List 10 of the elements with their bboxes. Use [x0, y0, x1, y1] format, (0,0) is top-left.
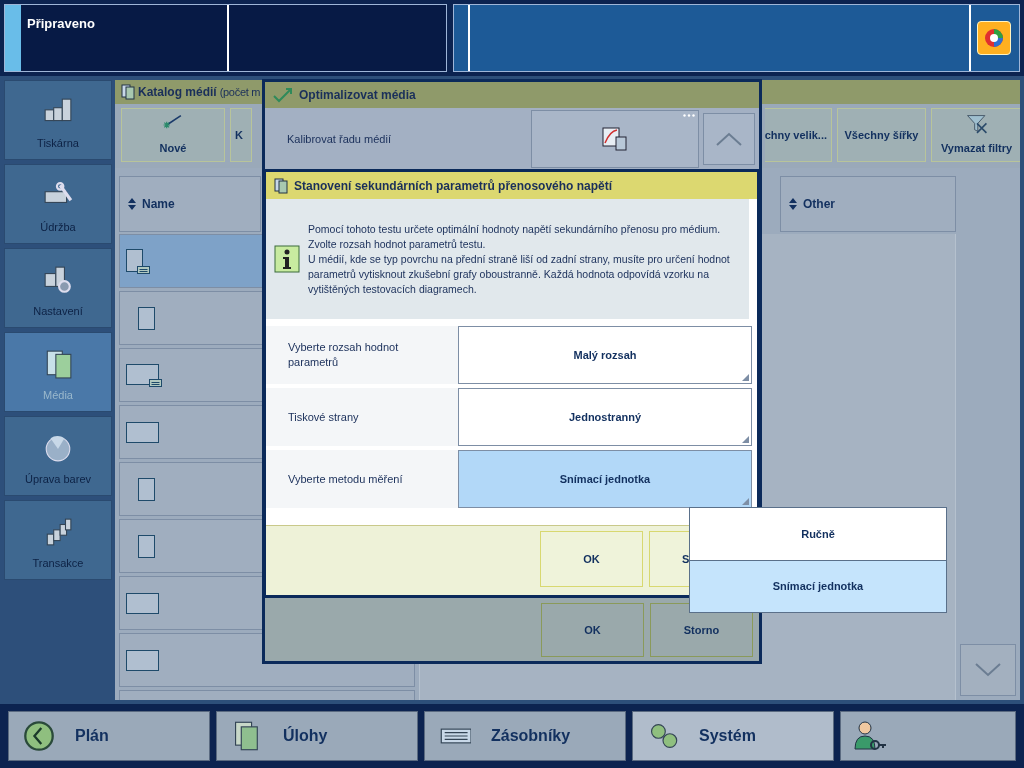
dialog-title: Optimalizovat média: [299, 87, 416, 104]
catalog-title: Katalog médií: [138, 84, 217, 101]
row-label: Kalibrovat řadu médií: [286, 131, 392, 147]
field-label: Vyberte metodu měření: [287, 471, 404, 487]
info-message: Pomocí tohoto testu určete optimální hodnoty napětí sekundárního přenosu pro médium. Zvolte rozsah hodnot parametrů testu. U médií, kde se typ povrchu na přední straně liší od zadní strany, musíte pro určení hodnot parametrů vytisknout zkušební grafy oboustranně. Každá hodnota odpovídá vzorku na vytištěných testovacích diagramech.: [308, 221, 731, 297]
catalog-count: (počet m: [219, 84, 261, 100]
status-text: Připraveno: [27, 16, 95, 31]
field-label: Tiskové strany: [287, 409, 360, 425]
field-label: Vyberte rozsah hodnot parametrů: [287, 340, 400, 370]
dialog-title: Stanovení sekundárních parametrů přenosového napětí: [294, 177, 613, 195]
